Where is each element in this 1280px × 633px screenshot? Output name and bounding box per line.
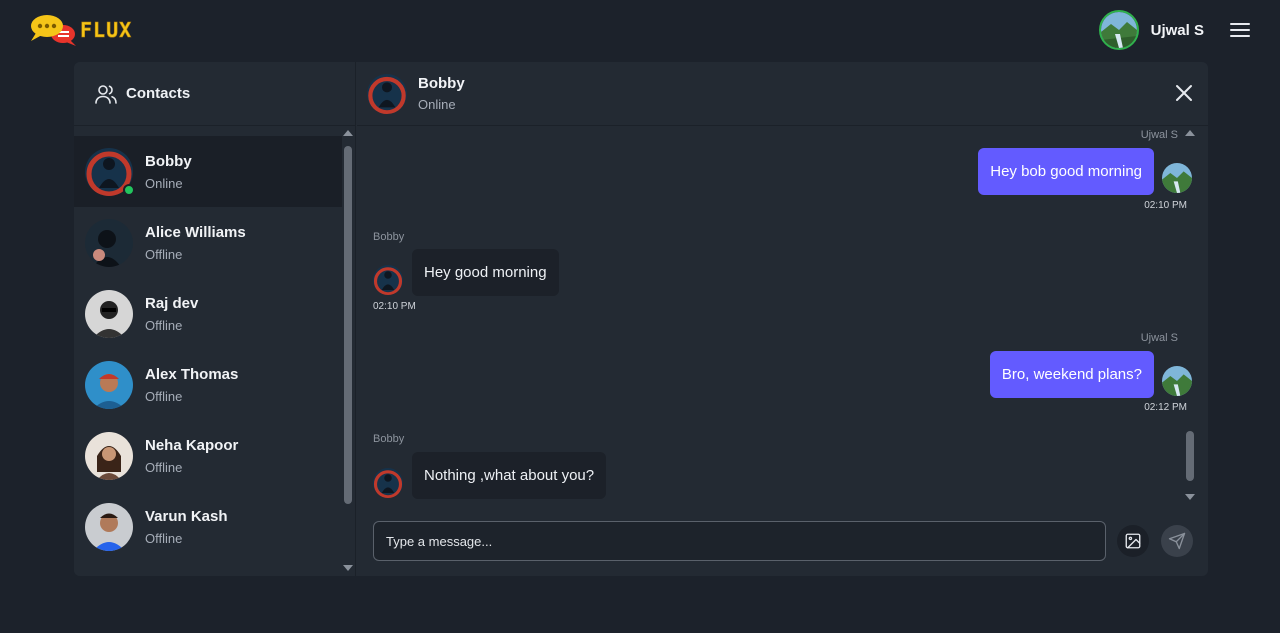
chat-scrollbar-thumb[interactable]	[1186, 431, 1194, 481]
sidebar-scrollbar-thumb[interactable]	[344, 146, 352, 504]
attach-image-button[interactable]	[1117, 525, 1149, 557]
send-icon	[1168, 532, 1186, 550]
message-sender: Ujwal S	[1140, 129, 1178, 141]
user-name[interactable]: Ujwal S	[1151, 22, 1204, 39]
neha-avatar-icon	[85, 431, 133, 480]
close-icon[interactable]	[1174, 83, 1194, 103]
contact-status: Offline	[145, 388, 183, 404]
message-sender: Bobby	[373, 433, 405, 445]
contact-item[interactable]: Varun Kash Offline	[74, 491, 342, 562]
message-avatar	[1162, 366, 1192, 396]
contact-name: Raj dev	[145, 294, 199, 312]
message-bubble: Hey good morning	[412, 249, 559, 296]
hamburger-menu-icon[interactable]	[1230, 19, 1250, 41]
contacts-sidebar: Contacts Bobby Online Alice Williams Off…	[74, 62, 356, 576]
message-list: Ujwal S Hey bob good morning 02:10 PM Bo…	[357, 126, 1197, 506]
sidebar-scroll-down-arrow[interactable]	[343, 565, 353, 571]
contact-name: Alex Thomas	[145, 365, 239, 383]
app-logo[interactable]: FLUX	[30, 13, 132, 47]
chat-header: Bobby Online	[357, 62, 1208, 126]
top-navbar: FLUX Ujwal S	[0, 0, 1280, 60]
users-icon	[95, 84, 117, 104]
landscape-avatar-icon	[1162, 366, 1192, 396]
message-avatar	[373, 265, 403, 295]
contacts-title: Contacts	[126, 85, 191, 102]
message-bubble: Bro, weekend plans?	[989, 351, 1154, 398]
chat-card: Contacts Bobby Online Alice Williams Off…	[74, 62, 1208, 576]
message-avatar	[373, 468, 403, 498]
bobby-avatar-icon	[373, 265, 403, 295]
chat-scroll-up-arrow[interactable]	[1185, 130, 1195, 136]
message-time: 02:10 PM	[1144, 200, 1187, 211]
contact-status: Offline	[145, 530, 183, 546]
sidebar-scroll-up-arrow[interactable]	[343, 130, 353, 136]
contact-avatar	[85, 502, 133, 551]
contact-item[interactable]: Bobby Online	[74, 136, 342, 207]
landscape-avatar-icon	[1162, 163, 1192, 193]
raj-avatar-icon	[85, 289, 133, 338]
message-sender: Ujwal S	[1140, 332, 1178, 344]
message-time: 02:10 PM	[373, 301, 416, 312]
contact-status: Online	[145, 175, 183, 191]
contact-item[interactable]: Neha Kapoor Offline	[74, 420, 342, 491]
chat-contact-name: Bobby	[418, 75, 465, 92]
bobby-avatar-icon	[373, 468, 403, 498]
chat-bubbles-logo-icon	[31, 15, 76, 46]
varun-avatar-icon	[85, 502, 133, 551]
contact-status: Offline	[145, 459, 183, 475]
contact-list: Bobby Online Alice Williams Offline Raj …	[74, 136, 342, 576]
chat-contact-status: Online	[418, 97, 456, 112]
contacts-header: Contacts	[74, 62, 355, 126]
message-avatar	[1162, 163, 1192, 193]
image-icon	[1125, 533, 1141, 549]
contact-item[interactable]: Alice Williams Offline	[74, 207, 342, 278]
message-bubble: Nothing ,what about you?	[412, 452, 607, 499]
send-button[interactable]	[1161, 525, 1193, 557]
message-time: 02:12 PM	[1144, 402, 1187, 413]
message-input[interactable]	[373, 521, 1106, 561]
contact-avatar	[85, 431, 133, 480]
contact-status: Offline	[145, 317, 183, 333]
contact-status: Offline	[145, 246, 183, 262]
chat-panel: Bobby Online Ujwal S Hey bob good mornin…	[357, 62, 1208, 576]
alex-avatar-icon	[85, 360, 133, 409]
contact-item[interactable]: Alex Thomas Offline	[74, 349, 342, 420]
user-menu: Ujwal S	[1098, 10, 1280, 50]
alice-avatar-icon	[85, 218, 133, 267]
contact-name: Alice Williams	[145, 223, 246, 241]
contact-avatar	[85, 289, 133, 338]
contact-name: Bobby	[145, 152, 192, 170]
bobby-avatar-icon	[367, 73, 407, 114]
contact-avatar	[85, 218, 133, 267]
contact-name: Neha Kapoor	[145, 436, 239, 454]
message-bubble: Hey bob good morning	[978, 148, 1154, 195]
contact-avatar	[85, 360, 133, 409]
user-avatar[interactable]	[1098, 10, 1139, 50]
online-indicator	[123, 183, 135, 196]
logo-text: FLUX	[80, 18, 133, 43]
contact-item[interactable]: Raj dev Offline	[74, 278, 342, 349]
chat-scroll-down-arrow[interactable]	[1185, 494, 1195, 500]
message-sender: Bobby	[373, 231, 405, 243]
contact-name: Varun Kash	[145, 507, 228, 525]
chat-contact-avatar	[367, 73, 407, 114]
landscape-avatar-icon	[1100, 12, 1137, 48]
